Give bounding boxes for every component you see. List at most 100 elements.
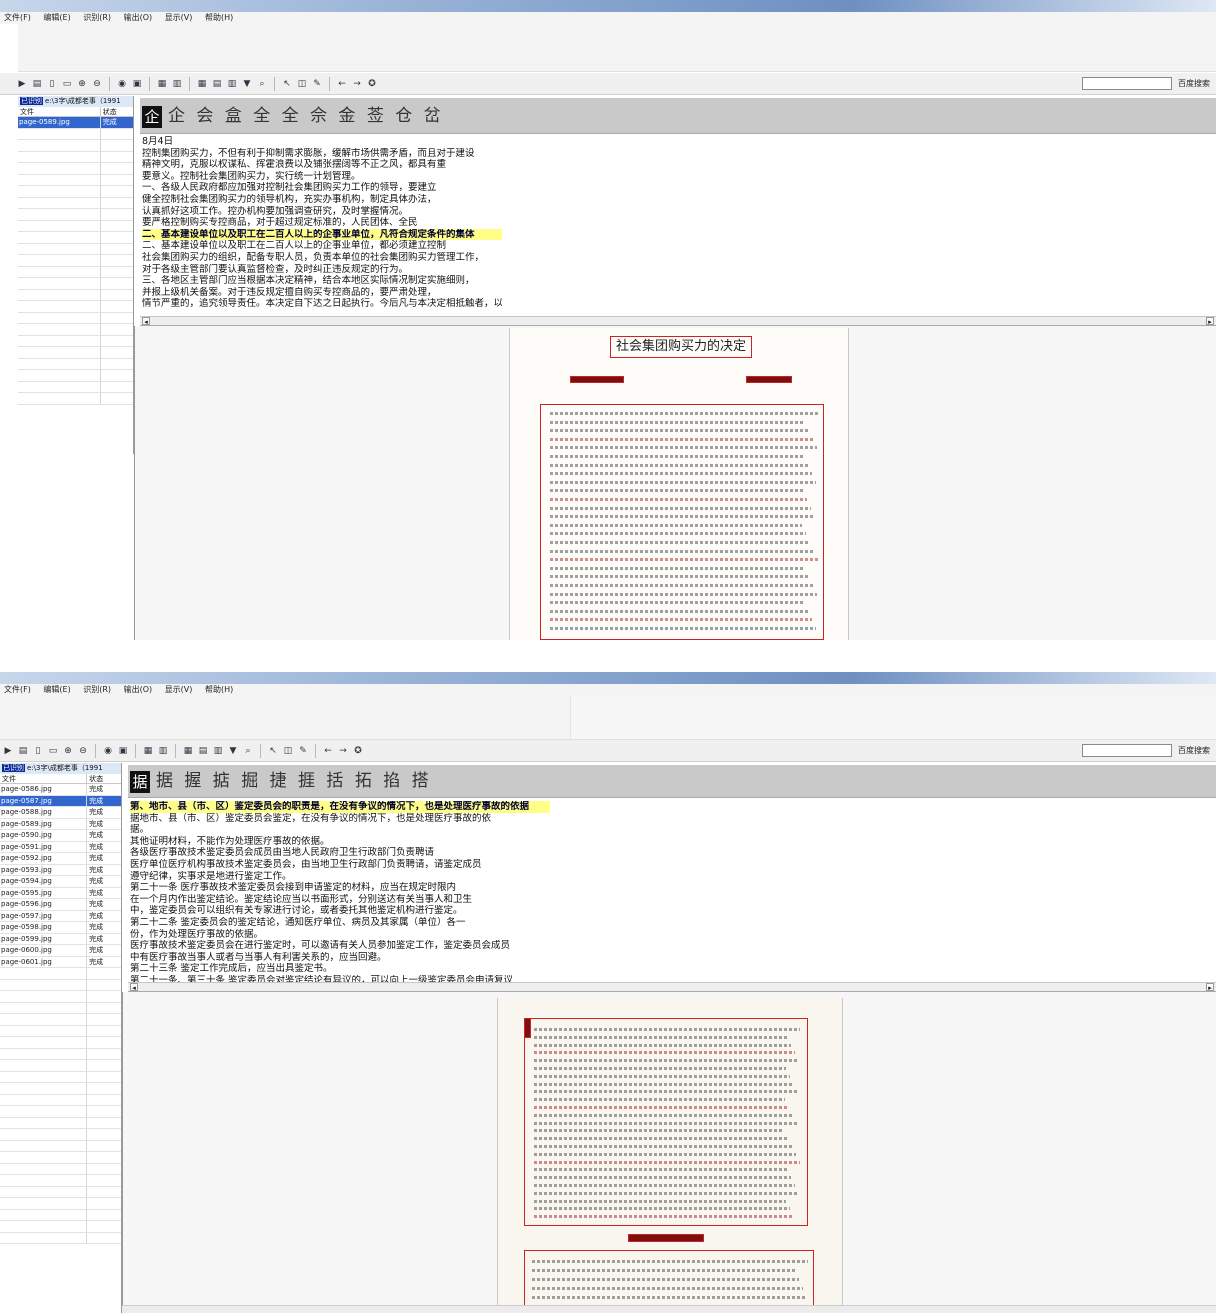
search-input[interactable] bbox=[1082, 744, 1172, 757]
selected-glyph[interactable]: 企 bbox=[142, 105, 162, 128]
scroll-right-icon[interactable]: ▸ bbox=[1206, 983, 1214, 991]
image-horizontal-scrollbar[interactable] bbox=[122, 1305, 1216, 1313]
text-line[interactable]: 第二十三条 鉴定工作完成后，应当出具鉴定书。 bbox=[130, 963, 550, 975]
open-folder-icon[interactable]: ▤ bbox=[31, 78, 43, 90]
text-line[interactable]: 各级医疗事故技术鉴定委员会成员由当地人民政府卫生行政部门负责聘请 bbox=[130, 847, 550, 859]
file-list-row[interactable]: page-0589.jpg 完成 bbox=[0, 818, 121, 830]
scan-image-pane[interactable] bbox=[122, 992, 1216, 1313]
text-line[interactable]: 二、基本建设单位以及职工在二百人以上的企事业单位，都必须建立控制 bbox=[142, 240, 502, 252]
columns-icon[interactable]: ▥ bbox=[212, 745, 224, 757]
menu-edit[interactable]: 编辑(E) bbox=[43, 12, 70, 24]
scroll-right-icon[interactable]: ▸ bbox=[1206, 317, 1214, 325]
page-copy-icon[interactable]: ▭ bbox=[47, 745, 59, 757]
file-list-row[interactable]: page-0586.jpg 完成 bbox=[0, 784, 121, 796]
zoom-out-icon[interactable]: ⊖ bbox=[77, 745, 89, 757]
file-list-row[interactable]: page-0591.jpg 完成 bbox=[0, 841, 121, 853]
page-icon[interactable]: ▯ bbox=[46, 78, 58, 90]
menu-output[interactable]: 输出(O) bbox=[124, 684, 153, 696]
candidate-glyphs[interactable]: 企 会 盒 全 全 佘 金 莶 仓 岔 bbox=[168, 106, 444, 126]
text-line[interactable]: 第二十二条 鉴定委员会的鉴定结论，通知医疗单位、病员及其家属（单位）各一 bbox=[130, 917, 550, 929]
arrow-left-icon[interactable]: ← bbox=[336, 78, 348, 90]
text-line[interactable]: 社会集团购买力的组织，配备专职人员，负责本单位的社会集团购买力管理工作， bbox=[142, 252, 502, 264]
zoom-out-icon[interactable]: ⊖ bbox=[91, 78, 103, 90]
table-icon[interactable]: ▦ bbox=[182, 745, 194, 757]
arrow-left-icon[interactable]: ← bbox=[322, 745, 334, 757]
arrow-right-icon[interactable]: → bbox=[337, 745, 349, 757]
file-list-row[interactable]: page-0598.jpg 完成 bbox=[0, 922, 121, 934]
text-line[interactable]: 据。 bbox=[130, 824, 550, 836]
text-line[interactable]: 中有医疗事故当事人或者与当事人有利害关系的，应当回避。 bbox=[130, 952, 550, 964]
pointer-icon[interactable]: ↖ bbox=[267, 745, 279, 757]
text-line[interactable]: 情节严重的，追究领导责任。本决定自下达之日起执行。今后凡与本决定相抵触者，以本决… bbox=[142, 298, 502, 310]
layout-icon[interactable]: ▦ bbox=[156, 78, 168, 90]
recognized-text-pane[interactable]: 8月4日 控制集团购买力，不但有利于抑制需求膨胀，缓解市场供需矛盾，而且对于建设精… bbox=[140, 134, 1216, 326]
text-line[interactable]: 控制集团购买力，不但有利于抑制需求膨胀，缓解市场供需矛盾，而且对于建设 bbox=[142, 148, 502, 160]
horizontal-scrollbar[interactable]: ◂ ▸ bbox=[140, 316, 1216, 325]
filter-icon[interactable]: ▼ bbox=[227, 745, 239, 757]
recognized-text[interactable]: 第、地市、县（市、区）鉴定委员会的职责是，在没有争议的情况下，也是处理医疗事故的… bbox=[130, 801, 1216, 987]
text-line[interactable]: 对于各级主管部门要认真监督检查，及时纠正违反规定的行为。 bbox=[142, 264, 502, 276]
file-list-row[interactable]: page-0597.jpg 完成 bbox=[0, 910, 121, 922]
text-line[interactable]: 第二十一条 医疗事故技术鉴定委员会接到申请鉴定的材料，应当在规定时限内 bbox=[130, 882, 550, 894]
open-icon[interactable]: ▶ bbox=[16, 78, 28, 90]
recognized-text[interactable]: 8月4日 控制集团购买力，不但有利于抑制需求膨胀，缓解市场供需矛盾，而且对于建设精… bbox=[142, 136, 1216, 310]
column-file[interactable]: 文件 bbox=[18, 107, 101, 116]
text-line[interactable]: 中，鉴定委员会可以组织有关专家进行讨论，或者委托其他鉴定机构进行鉴定。 bbox=[130, 905, 550, 917]
select-region-icon[interactable]: ◫ bbox=[296, 78, 308, 90]
zoom-in-icon[interactable]: ⊕ bbox=[76, 78, 88, 90]
arrow-right-icon[interactable]: → bbox=[351, 78, 363, 90]
globe-icon[interactable]: ✪ bbox=[352, 745, 364, 757]
file-list-row[interactable]: page-0587.jpg 完成 bbox=[0, 795, 121, 807]
menu-file[interactable]: 文件(F) bbox=[4, 12, 31, 24]
menu-recognize[interactable]: 识别(R) bbox=[83, 684, 111, 696]
text-line[interactable]: 并报上级机关备案。对于违反规定擅自购买专控商品的，要严肃处理， bbox=[142, 287, 502, 299]
file-list-row[interactable]: page-0588.jpg 完成 bbox=[0, 807, 121, 819]
text-line[interactable]: 医疗单位医疗机构事故技术鉴定委员会，由当地卫生行政部门负责聘请，请鉴定成员 bbox=[130, 859, 550, 871]
baidu-search-button[interactable]: 百度搜索 bbox=[1178, 745, 1210, 756]
candidate-glyphs[interactable]: 据 握 掂 掘 捷 捱 括 拓 掐 搭 bbox=[156, 771, 432, 791]
pen-icon[interactable]: ✎ bbox=[311, 78, 323, 90]
menu-help[interactable]: 帮助(H) bbox=[205, 684, 233, 696]
page-copy-icon[interactable]: ▭ bbox=[61, 78, 73, 90]
baidu-search-button[interactable]: 百度搜索 bbox=[1178, 78, 1210, 89]
file-list-row[interactable]: page-0596.jpg 完成 bbox=[0, 899, 121, 911]
text-line[interactable]: 认真抓好这项工作。控办机构要加强调查研究，及时掌握情况。 bbox=[142, 206, 502, 218]
menu-output[interactable]: 输出(O) bbox=[124, 12, 153, 24]
file-list-row[interactable]: page-0593.jpg 完成 bbox=[0, 864, 121, 876]
menu-edit[interactable]: 编辑(E) bbox=[43, 684, 70, 696]
zoom-in-icon[interactable]: ⊕ bbox=[62, 745, 74, 757]
region-marker[interactable] bbox=[570, 376, 624, 383]
menu-help[interactable]: 帮助(H) bbox=[205, 12, 233, 24]
scroll-left-icon[interactable]: ◂ bbox=[142, 317, 150, 325]
file-list-row[interactable]: page-0592.jpg 完成 bbox=[0, 853, 121, 865]
table-icon[interactable]: ▦ bbox=[196, 78, 208, 90]
text-line[interactable]: 在一个月内作出鉴定结论。鉴定结论应当以书面形式，分别送达有关当事人和卫生 bbox=[130, 894, 550, 906]
filter-icon[interactable]: ▼ bbox=[241, 78, 253, 90]
file-list-row[interactable]: page-0595.jpg 完成 bbox=[0, 887, 121, 899]
text-line[interactable]: 三、各地区主管部门应当根据本决定精神，结合本地区实际情况制定实施细则， bbox=[142, 275, 502, 287]
file-list-row[interactable]: page-0589.jpg 完成 bbox=[18, 117, 133, 129]
open-folder-icon[interactable]: ▤ bbox=[17, 745, 29, 757]
print-icon[interactable]: ▣ bbox=[117, 745, 129, 757]
region-marker[interactable] bbox=[628, 1234, 704, 1242]
file-list-row[interactable]: page-0590.jpg 完成 bbox=[0, 830, 121, 842]
text-line[interactable]: 医疗事故技术鉴定委员会在进行鉴定时，可以邀请有关人员参加鉴定工作，鉴定委员会成员 bbox=[130, 940, 550, 952]
text-line[interactable]: 其他证明材料，不能作为处理医疗事故的依据。 bbox=[130, 836, 550, 848]
layout-icon[interactable]: ▦ bbox=[142, 745, 154, 757]
page-icon[interactable]: ▯ bbox=[32, 745, 44, 757]
region-marker[interactable] bbox=[524, 1018, 531, 1038]
text-line[interactable]: 要意义。控制社会集团购买力，实行统一计划管理。 bbox=[142, 171, 502, 183]
recognize-icon[interactable]: ◉ bbox=[102, 745, 114, 757]
pointer-icon[interactable]: ↖ bbox=[281, 78, 293, 90]
text-line[interactable]: 据地市、县（市、区）鉴定委员会鉴定，在没有争议的情况下，也是处理医疗事故的依 bbox=[130, 813, 550, 825]
book-icon[interactable]: ▥ bbox=[157, 745, 169, 757]
file-list-row[interactable]: page-0600.jpg 完成 bbox=[0, 945, 121, 957]
column-status[interactable]: 状态 bbox=[101, 107, 117, 116]
text-line[interactable]: 第、地市、县（市、区）鉴定委员会的职责是，在没有争议的情况下，也是处理医疗事故的… bbox=[130, 801, 550, 813]
column-file[interactable]: 文件 bbox=[0, 774, 88, 783]
open-icon[interactable]: ▶ bbox=[2, 745, 14, 757]
text-line[interactable]: 要严格控制购买专控商品，对于超过规定标准的，人民团体、全民 bbox=[142, 217, 502, 229]
scroll-left-icon[interactable]: ◂ bbox=[130, 983, 138, 991]
text-line[interactable]: 8月4日 bbox=[142, 136, 502, 148]
file-list-row[interactable]: page-0599.jpg 完成 bbox=[0, 933, 121, 945]
